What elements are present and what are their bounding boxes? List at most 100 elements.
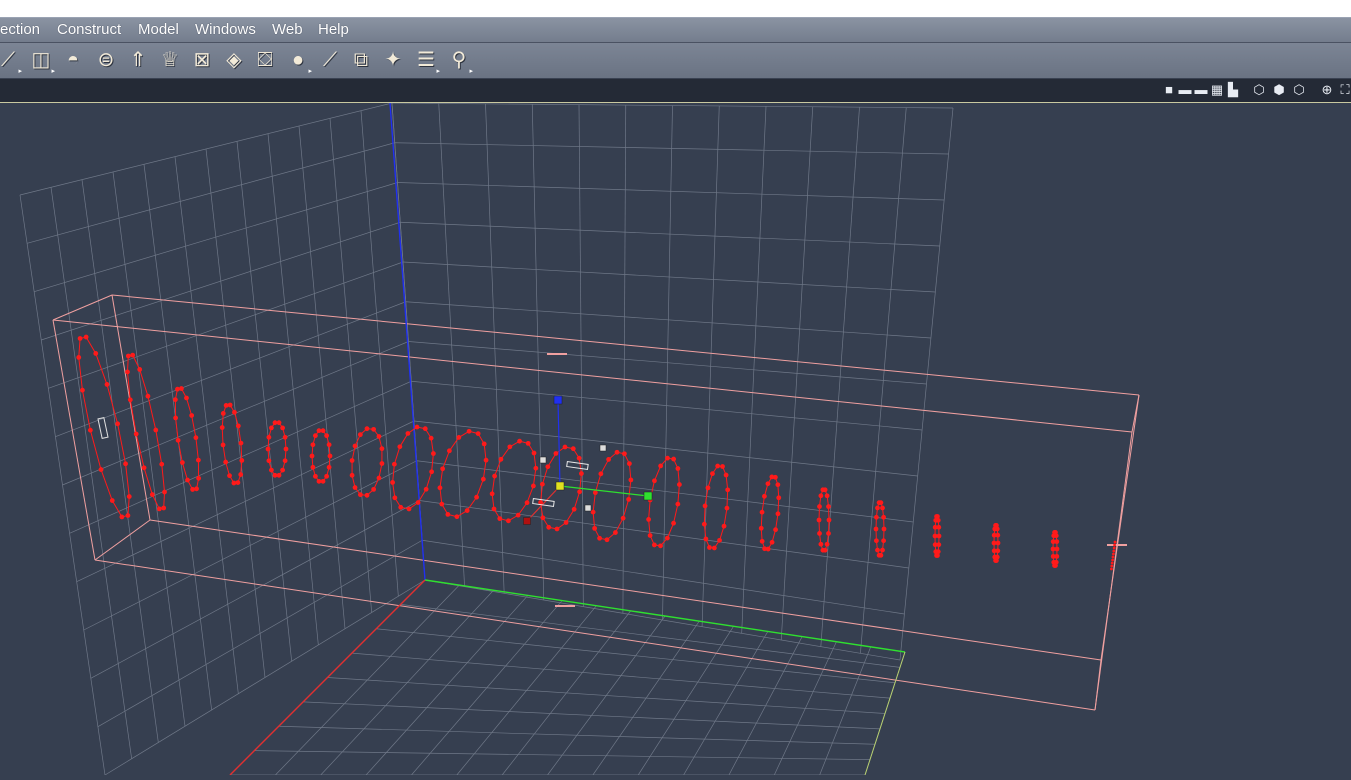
control-point bbox=[161, 505, 167, 511]
control-point bbox=[227, 402, 233, 408]
align-icon[interactable]: ☰ ▸ bbox=[412, 46, 440, 75]
control-point bbox=[765, 481, 771, 487]
control-point bbox=[276, 420, 282, 426]
control-point bbox=[873, 514, 879, 520]
three-view-icon[interactable]: ▬ bbox=[1194, 82, 1208, 98]
boolean-icon[interactable]: ⊠ bbox=[188, 46, 216, 74]
split-view-icon[interactable]: ▙ bbox=[1226, 82, 1240, 98]
control-point bbox=[1054, 539, 1060, 545]
control-point bbox=[310, 442, 316, 448]
wireframe-icon[interactable]: ⬡ bbox=[1252, 82, 1266, 98]
control-point bbox=[530, 483, 536, 489]
control-point bbox=[445, 512, 451, 517]
control-point bbox=[622, 451, 627, 457]
control-point bbox=[349, 458, 355, 463]
menu-model[interactable]: Model bbox=[138, 21, 179, 38]
control-point bbox=[702, 503, 708, 509]
two-view-icon[interactable]: ▬ bbox=[1178, 82, 1192, 98]
end-cap-point bbox=[1110, 567, 1113, 571]
line-icon[interactable]: ⟋ bbox=[316, 46, 344, 74]
control-point bbox=[664, 535, 670, 541]
shaded-icon[interactable]: ⬢ bbox=[1272, 82, 1286, 98]
control-point bbox=[489, 491, 495, 497]
face-tool-icon[interactable]: ◫ ▸ bbox=[27, 46, 55, 75]
menu-bar: ection Construct Model Windows Web Help bbox=[0, 18, 1351, 43]
scene-canvas[interactable] bbox=[0, 102, 1351, 776]
transform-gizmo[interactable] bbox=[523, 395, 653, 525]
box-icon[interactable]: ◈ bbox=[220, 46, 248, 74]
navigate-icon[interactable]: ⊕ bbox=[1320, 82, 1334, 98]
menu-help[interactable]: Help bbox=[318, 21, 349, 38]
sphere-icon[interactable]: ● ▸ bbox=[284, 46, 312, 75]
control-point bbox=[881, 514, 887, 520]
control-point bbox=[137, 367, 143, 372]
gizmo-rotate-handle bbox=[539, 456, 547, 464]
menu-web[interactable]: Web bbox=[272, 21, 303, 38]
control-point bbox=[272, 472, 278, 478]
control-point bbox=[162, 489, 167, 495]
menu-selection[interactable]: ection bbox=[0, 21, 40, 38]
control-point bbox=[491, 506, 497, 512]
control-point bbox=[775, 511, 781, 517]
control-point bbox=[379, 446, 385, 452]
goblet-icon[interactable]: ♕ bbox=[156, 46, 184, 74]
control-point bbox=[80, 387, 85, 393]
gizmo-scale-bar bbox=[566, 460, 589, 470]
fit-view-icon[interactable]: ⛶ bbox=[1338, 82, 1351, 98]
menu-construct[interactable]: Construct bbox=[57, 21, 121, 38]
control-point bbox=[936, 524, 942, 530]
control-point bbox=[159, 461, 165, 467]
bounding-box-edge bbox=[94, 559, 1096, 711]
control-point bbox=[440, 466, 446, 472]
floor-grid bbox=[229, 579, 906, 776]
dome-icon[interactable]: ◓ bbox=[59, 46, 87, 74]
control-point bbox=[658, 543, 663, 549]
gizmo-scale-bar bbox=[532, 497, 555, 507]
control-point bbox=[391, 461, 397, 467]
control-point bbox=[189, 413, 195, 418]
morph-icon[interactable]: ✦ bbox=[379, 46, 407, 74]
select-tool-icon[interactable]: ⟋ ▸ bbox=[0, 46, 22, 75]
lathe-icon[interactable]: ⊜ bbox=[92, 46, 120, 74]
control-point bbox=[723, 472, 729, 478]
control-point bbox=[671, 520, 676, 526]
control-point bbox=[141, 465, 147, 471]
four-view-icon[interactable]: ▦ bbox=[1210, 82, 1224, 98]
extrude-icon[interactable]: ⇑ bbox=[124, 46, 152, 74]
control-point bbox=[280, 467, 286, 473]
control-point bbox=[175, 437, 181, 443]
control-point bbox=[352, 485, 358, 490]
deform-icon[interactable]: ⧉ bbox=[347, 46, 375, 74]
control-point bbox=[710, 471, 715, 477]
loft-profiles[interactable] bbox=[76, 334, 1117, 571]
menu-windows[interactable]: Windows bbox=[195, 21, 256, 38]
grid-line bbox=[76, 420, 415, 582]
control-point bbox=[703, 536, 709, 542]
3d-viewport[interactable] bbox=[0, 102, 1351, 776]
control-point bbox=[466, 428, 472, 434]
bounding-box-edge bbox=[111, 294, 1140, 396]
control-point bbox=[219, 425, 225, 430]
bounding-box-edge bbox=[52, 319, 1133, 433]
skin-icon[interactable]: ⚲ ▸ bbox=[445, 46, 473, 75]
control-point bbox=[364, 492, 370, 498]
control-point bbox=[626, 496, 632, 502]
single-view-icon[interactable]: ■ bbox=[1162, 82, 1176, 98]
profile-curve bbox=[265, 420, 289, 478]
control-point bbox=[646, 517, 652, 522]
bag-icon[interactable]: ⛋ bbox=[251, 46, 279, 74]
control-point bbox=[77, 336, 83, 341]
profile-marker bbox=[97, 417, 109, 439]
control-point bbox=[109, 498, 115, 503]
gizmo-y-handle bbox=[643, 491, 653, 501]
control-point bbox=[880, 547, 885, 553]
gizmo-x-handle bbox=[523, 517, 531, 525]
control-point bbox=[725, 487, 731, 493]
control-point bbox=[309, 453, 315, 459]
control-point bbox=[571, 506, 577, 512]
control-point bbox=[179, 386, 184, 391]
control-point bbox=[392, 495, 398, 501]
render-icon[interactable]: ⬡ bbox=[1292, 82, 1306, 98]
control-point bbox=[515, 512, 521, 518]
end-cap-point bbox=[1110, 564, 1114, 568]
